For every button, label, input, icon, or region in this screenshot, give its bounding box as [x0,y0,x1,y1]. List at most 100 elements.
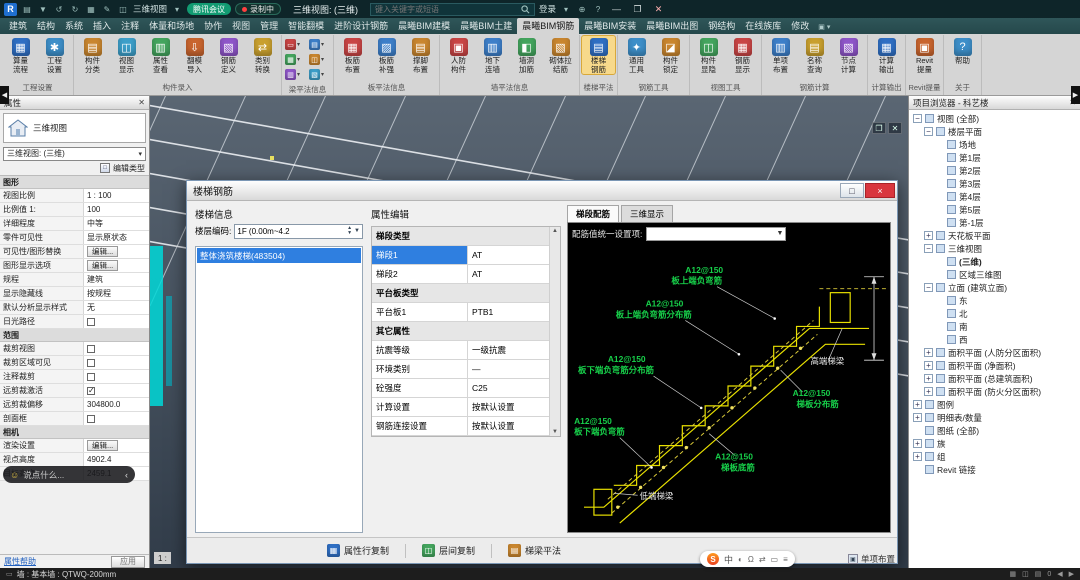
search-icon[interactable] [521,5,530,14]
tree-item-场地[interactable]: 场地 [909,138,1080,151]
ribbon-tab-钢结构[interactable]: 钢结构 [703,18,740,34]
tree-item-楼层平面[interactable]: −楼层平面 [909,125,1080,138]
property-value[interactable] [84,370,149,383]
tree-item-第3层[interactable]: 第3层 [909,177,1080,190]
unified-setting-combo[interactable]: ▼ [646,227,786,241]
ribbon-button-楼梯钢筋[interactable]: ▤楼梯 钢筋 [582,36,615,74]
ribbon-button-人防构件[interactable]: ▣人防 构件 [442,36,475,74]
tree-item-东[interactable]: 东 [909,294,1080,307]
ribbon-tab-进阶设计钢筋[interactable]: 进阶设计钢筋 [329,18,393,34]
ribbon-button-钢筋定义[interactable]: ▧钢筋 定义 [212,36,245,74]
table-row[interactable]: 平台板1PTB1 [372,303,549,322]
ribbon-small-button-4[interactable]: ◫▾ [309,53,330,66]
property-value[interactable] [84,384,149,397]
ribbon-small-button-6[interactable]: ▧▾ [309,68,330,81]
ribbon-button-翻模导入[interactable]: ⇩翻模 导入 [178,36,211,74]
ribbon-button-类别转换[interactable]: ⇄类别 转换 [246,36,279,74]
ribbon-button-板筋布置[interactable]: ▦板筋 布置 [336,36,369,74]
login-button[interactable]: 登录 [539,3,556,15]
select-options-icon[interactable]: ◫ [1022,570,1029,578]
ribbon-button-撑脚布置[interactable]: ▤撑脚 布置 [404,36,437,74]
tree-item-第1层[interactable]: 第1层 [909,151,1080,164]
ribbon-button-工程设置[interactable]: ✱工程 设置 [38,36,71,74]
filter-icon[interactable]: ▦ [1009,570,1016,578]
collapse-right-icon[interactable]: ▶ [1071,86,1080,104]
tree-item-第-1层[interactable]: 第-1层 [909,216,1080,229]
tree-item-天花板平面[interactable]: +天花板平面 [909,229,1080,242]
ribbon-button-计算输出[interactable]: ▦计算 输出 [870,36,903,74]
property-value[interactable]: 显示原状态 [84,231,149,244]
table-scrollbar[interactable]: ▲▼ [549,227,560,436]
ribbon-button-视图显示[interactable]: ◫视图 显示 [110,36,143,74]
search-input[interactable] [375,5,518,14]
ribbon-button-节点计算[interactable]: ▧节点 计算 [832,36,865,74]
property-value[interactable] [84,356,149,369]
collapse-left-icon[interactable]: ◀ [0,86,9,104]
property-value[interactable]: 304800.0 [84,398,149,411]
checkbox[interactable] [87,318,95,326]
tree-item-第2层[interactable]: 第2层 [909,164,1080,177]
ribbon-button-Revit提量[interactable]: ▣Revit 提量 [908,36,941,74]
exchange-icon[interactable]: ⊕ [576,3,588,16]
checkbox[interactable] [87,387,95,395]
property-value[interactable]: 100 [84,203,149,216]
ribbon-button-板筋补强[interactable]: ▨板筋 补强 [370,36,403,74]
ribbon-tab-协作[interactable]: 协作 [199,18,227,34]
chat-overlay[interactable]: ☺ 说点什么... ‹ [3,466,135,483]
print-icon[interactable]: ▦ [85,3,97,16]
dialog-footer-button-梯梁平法[interactable]: ▤梯梁平法 [508,544,561,557]
edit-type-button[interactable]: 编辑类型 [113,163,145,174]
checkbox[interactable] [87,415,95,423]
ribbon-button-墙洞加筋[interactable]: ◧墙洞 加筋 [510,36,543,74]
spinner-icon[interactable]: ▲▼ [347,226,352,236]
ribbon-tab-管理[interactable]: 管理 [255,18,283,34]
ribbon-button-通用工具[interactable]: ✦通用 工具 [620,36,653,74]
dialog-maximize-button[interactable]: □ [840,183,864,198]
ime-mode-toggle[interactable]: 中 [724,553,733,566]
dialog-footer-button-层间复制[interactable]: ◫层间复制 [422,544,475,557]
ribbon-tab-体量和场地[interactable]: 体量和场地 [144,18,199,34]
ribbon-tab-晨曦BIM建模[interactable]: 晨曦BIM建模 [393,18,455,34]
checkbox[interactable] [87,345,95,353]
close-button[interactable]: ✕ [650,4,667,15]
property-value[interactable]: 按规程 [84,287,149,300]
ribbon-button-构件锁定[interactable]: ◪构件 锁定 [654,36,687,74]
tree-item-明细表/数量[interactable]: +明细表/数量 [909,411,1080,424]
ribbon-tab-晨曦BIM安装[interactable]: 晨曦BIM安装 [579,18,641,34]
chevron-down-icon[interactable]: ▾ [171,3,183,16]
ribbon-button-砌体拉结筋[interactable]: ▧砌体拉 结筋 [544,36,577,74]
properties-help-link[interactable]: 属性帮助 [4,556,36,567]
property-value[interactable]: 编辑... [84,259,149,272]
ribbon-button-帮助[interactable]: ?帮助 [946,36,979,66]
worksets-icon[interactable]: ▤ [1035,570,1042,578]
ribbon-button-单项布置[interactable]: ▥单项 布置 [764,36,797,74]
scroll-right-icon[interactable]: ▶ [1069,570,1074,578]
tree-item-视图 (全部)[interactable]: −视图 (全部) [909,112,1080,125]
ribbon-tab-结构[interactable]: 结构 [32,18,60,34]
ribbon-small-button-5[interactable]: ▥▾ [285,68,306,81]
ribbon-tab-晨曦BIM土建[interactable]: 晨曦BIM土建 [455,18,517,34]
property-value[interactable]: 无 [84,301,149,314]
edit-button[interactable]: 编辑... [87,246,118,257]
ribbon-tab-建筑[interactable]: 建筑 [4,18,32,34]
tree-item-立面 (建筑立面)[interactable]: −立面 (建筑立面) [909,281,1080,294]
project-browser-header[interactable]: 项目浏览器 - 科艺楼 ✕ [909,96,1080,110]
section-icon[interactable]: ◫ [117,3,129,16]
view-type-combo[interactable]: 三维视图: (三维)▾ [3,147,146,161]
view-close-icon[interactable]: ✕ [888,122,902,134]
tree-item-面积平面 (人防分区面积)[interactable]: +面积平面 (人防分区面积) [909,346,1080,359]
tree-item-图纸 (全部)[interactable]: 图纸 (全部) [909,424,1080,437]
properties-header[interactable]: 属性 ✕ [0,96,149,110]
tree-item-三维视图[interactable]: −三维视图 [909,242,1080,255]
ribbon-button-钢筋显示[interactable]: ▦钢筋 显示 [726,36,759,74]
recording-badge[interactable]: 录制中 [235,3,281,15]
tree-item-(三维)[interactable]: (三维) [909,255,1080,268]
property-value[interactable]: 编辑... [84,439,149,452]
dialog-close-button[interactable]: × [865,183,895,198]
table-row[interactable]: 抗震等级一级抗震 [372,341,549,360]
edit-button[interactable]: 编辑... [87,260,118,271]
table-row[interactable]: 钢筋连接设置按默认设置 [372,417,549,436]
dialog-title-bar[interactable]: 楼梯钢筋 □ × [187,181,897,201]
property-value[interactable] [84,342,149,355]
help-icon[interactable]: ? [592,3,604,16]
